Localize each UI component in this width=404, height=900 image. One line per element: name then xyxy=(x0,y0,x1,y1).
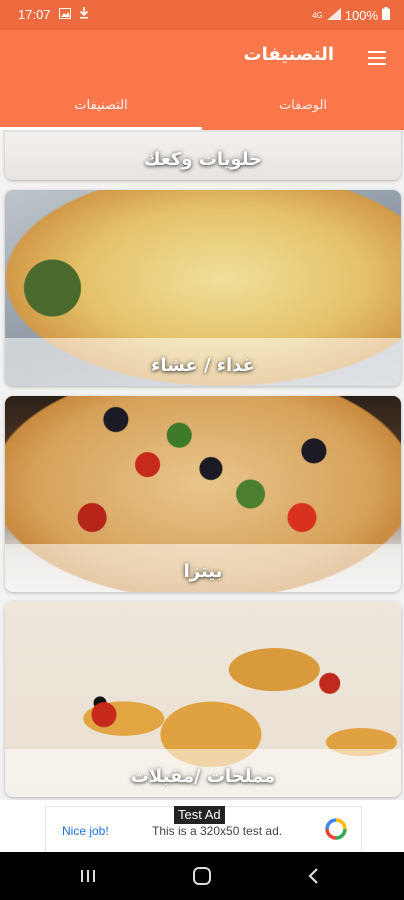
category-card-savory-appetizers[interactable]: مملحات /مقبلات xyxy=(5,601,401,797)
test-ad-badge: Test Ad xyxy=(174,806,225,824)
category-card-pizza[interactable]: بيتزا xyxy=(5,396,401,592)
page-title: التصنيفات xyxy=(243,44,334,65)
back-icon[interactable] xyxy=(302,864,326,888)
category-card-lunch-dinner[interactable]: غداء / عشاء xyxy=(5,190,401,386)
signal-icon xyxy=(326,7,341,23)
category-card-sweets[interactable]: حلويات وكعك xyxy=(5,130,401,180)
network-type: 4G xyxy=(312,10,323,20)
gallery-notification-icon xyxy=(58,7,71,22)
ad-text: This is a 320x50 test ad. xyxy=(152,824,283,838)
category-label: بيتزا xyxy=(183,561,223,582)
categories-list[interactable]: حلويات وكعك غداء / عشاء بيتزا مملحات /مق… xyxy=(0,130,404,800)
status-bar: 17:07 4G 100% xyxy=(0,0,404,30)
category-label: غداء / عشاء xyxy=(151,355,255,376)
hamburger-menu-icon[interactable] xyxy=(364,47,390,69)
status-time: 17:07 xyxy=(18,7,51,22)
category-label: مملحات /مقبلات xyxy=(130,766,276,787)
battery-percent: 100% xyxy=(344,7,378,23)
ad-logo-icon xyxy=(325,818,347,840)
recents-icon[interactable] xyxy=(76,864,100,888)
ad-cta[interactable]: Nice job! xyxy=(62,824,109,838)
app-toolbar: التصنيفات الوصفات التصنيفات xyxy=(0,30,404,130)
tab-categories[interactable]: التصنيفات xyxy=(0,98,202,113)
battery-icon xyxy=(382,7,390,23)
tab-recipes[interactable]: الوصفات xyxy=(202,98,404,113)
home-icon[interactable] xyxy=(190,864,214,888)
download-notification-icon xyxy=(79,7,89,22)
system-nav-bar xyxy=(0,852,404,900)
category-label: حلويات وكعك xyxy=(143,149,263,170)
